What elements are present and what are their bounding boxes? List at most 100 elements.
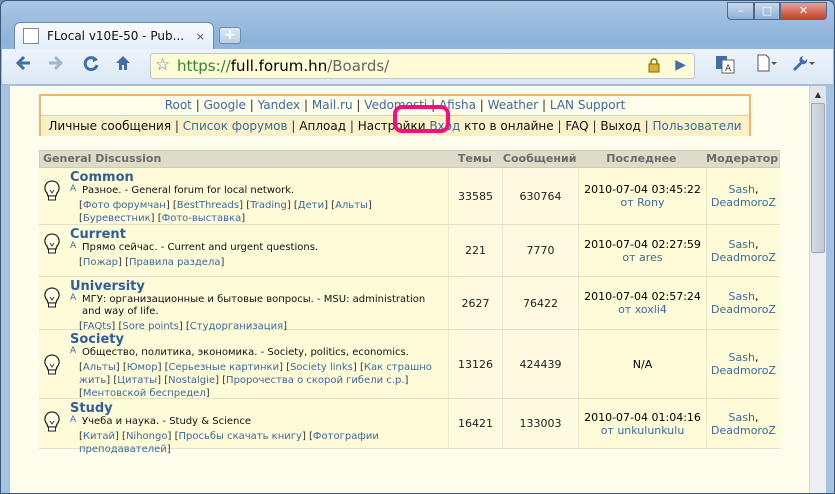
board-cell: Society A Общество, политика, экономика. -… (39, 330, 448, 399)
admin-marker[interactable]: A (70, 241, 76, 251)
table-row: University A МГУ: организационные и бытовы… (39, 277, 780, 332)
subforum-link[interactable]: BestThreads (177, 200, 239, 211)
moderator-link[interactable]: Sash (729, 238, 755, 251)
link-mailru[interactable]: Mail.ru (312, 98, 353, 112)
play-icon[interactable]: ▶ (675, 57, 686, 73)
address-bar[interactable]: ☆ https://full.forum.hn/Boards/ ▶ (150, 53, 695, 79)
browser-tab[interactable]: FLocal v10E-50 - Pub... × (14, 22, 214, 49)
messages-count: 76422 (502, 277, 578, 329)
lock-icon[interactable] (648, 58, 660, 77)
menu-logout[interactable]: Выход (600, 119, 640, 133)
board-name-link[interactable]: Current (70, 227, 444, 242)
page-favicon-icon (23, 28, 39, 44)
login-highlight-annotation (393, 105, 450, 133)
menu-users[interactable]: Пользователи (652, 119, 741, 133)
arrow-left-icon[interactable] (10, 54, 36, 78)
scroll-up-icon[interactable]: ▲ (810, 86, 826, 103)
moderator-link[interactable]: Sash (729, 351, 755, 364)
vertical-scrollbar[interactable]: ▲ (809, 86, 826, 493)
moderator-link[interactable]: DeadmoroZ (711, 424, 776, 437)
subforum-link[interactable]: Серьезные картинки (169, 362, 280, 373)
board-name-link[interactable]: University (70, 279, 444, 294)
subforum-link[interactable]: Nihongo (126, 431, 168, 442)
menu-upload[interactable]: Аплоад (299, 119, 346, 133)
link-root[interactable]: Root (165, 98, 192, 112)
star-icon[interactable]: ☆ (155, 55, 170, 75)
table-header: General Discussion Темы Сообщений Послед… (39, 150, 780, 168)
moderator-link[interactable]: DeadmoroZ (711, 364, 776, 377)
close-tab-icon[interactable]: × (196, 30, 205, 43)
link-weather[interactable]: Weather (488, 98, 539, 112)
forum-page: Root | Google | Yandex | Mail.ru | Vedom… (10, 86, 809, 493)
moderator-link[interactable]: Sash (729, 411, 755, 424)
subforum-link[interactable]: Правила раздела (129, 257, 220, 268)
moderator-link[interactable]: DeadmoroZ (711, 251, 776, 264)
menu-faq[interactable]: FAQ (565, 119, 588, 133)
subforum-link[interactable]: Юмор (127, 362, 158, 373)
page-icon[interactable] (753, 54, 779, 78)
admin-marker[interactable]: A (70, 293, 76, 303)
subforum-link[interactable]: Пожар (83, 257, 118, 268)
last-post-cell: 2010-07-04 02:57:24 от xoxli4 (578, 277, 706, 329)
last-post-author[interactable]: от Rony (621, 196, 665, 209)
last-post-date: 2010-07-04 02:27:59 (584, 237, 701, 251)
board-cell: Common A Разное. - General forum for local… (39, 168, 448, 224)
subforum-link[interactable]: Trading (250, 200, 287, 211)
moderator-link[interactable]: DeadmoroZ (711, 303, 776, 316)
new-tab-button[interactable]: + (219, 27, 241, 44)
board-name-link[interactable]: Study (70, 401, 444, 416)
link-lan-support[interactable]: LAN Support (550, 98, 625, 112)
menu-online[interactable]: кто в онлайне (464, 119, 554, 133)
subforum-link[interactable]: Society links (290, 362, 353, 373)
subforum-link[interactable]: Китай (83, 431, 115, 442)
subforum-link[interactable]: Альты (335, 200, 368, 211)
home-icon[interactable] (110, 54, 136, 78)
last-post-author[interactable]: от xoxli4 (618, 303, 667, 316)
menu-personal-messages[interactable]: Личные сообщения (48, 119, 171, 133)
admin-marker[interactable]: A (70, 415, 76, 425)
wrench-icon[interactable] (790, 54, 816, 78)
link-google[interactable]: Google (204, 98, 246, 112)
subforum-link[interactable]: Дети (298, 200, 324, 211)
subforum-link[interactable]: Просьбы скачать книгу (178, 431, 301, 442)
translate-icon[interactable]: A (712, 54, 738, 78)
moderator-link[interactable]: Sash (729, 290, 755, 303)
board-description: Разное. - General forum for local networ… (82, 185, 295, 196)
messages-count: 133003 (502, 399, 578, 448)
board-name-link[interactable]: Common (70, 170, 444, 185)
messages-count: 7770 (502, 225, 578, 276)
subforum-link[interactable]: Фото форумчан (83, 200, 166, 211)
subforum-link[interactable]: Фото-выставка (162, 213, 242, 224)
subforum-list: [Пожар] [Правила раздела] (79, 257, 225, 268)
link-yandex[interactable]: Yandex (258, 98, 301, 112)
close-window-button[interactable]: ✕ (780, 2, 827, 20)
moderator-link[interactable]: DeadmoroZ (711, 196, 776, 209)
messages-count: 424439 (502, 330, 578, 398)
subforum-link[interactable]: Альты (83, 362, 116, 373)
admin-marker[interactable]: A (70, 346, 76, 356)
subforum-link[interactable]: Цитаты (117, 375, 157, 386)
last-post-author[interactable]: от unkulunkulu (601, 424, 685, 437)
board-name-link[interactable]: Society (70, 332, 444, 347)
tab-strip: FLocal v10E-50 - Pub... × + – □ ✕ (1, 1, 834, 49)
board-description: Учеба и наука. - Study & Science (82, 416, 251, 427)
header-last-post: Последнее (606, 152, 677, 165)
reload-icon[interactable] (78, 54, 104, 78)
subforum-link[interactable]: Пророчества о скорой гибели с.р. (226, 375, 404, 386)
subforum-link[interactable]: Буревестник (83, 213, 151, 224)
subforum-link[interactable]: Ментовской беспредел (83, 388, 206, 399)
lightbulb-icon (44, 233, 60, 254)
arrow-right-icon[interactable] (43, 54, 69, 78)
moderator-link[interactable]: Sash (729, 183, 755, 196)
last-post-date: 2010-07-04 01:04:16 (584, 410, 701, 424)
minimize-button[interactable]: – (727, 2, 754, 20)
moderator-cell: Sash, DeadmoroZ (706, 225, 780, 276)
subforum-link[interactable]: Nostalgie (168, 375, 215, 386)
menu-forum-list[interactable]: Список форумов (183, 119, 288, 133)
scrollbar-thumb[interactable] (811, 103, 825, 253)
maximize-button[interactable]: □ (754, 2, 780, 20)
admin-marker[interactable]: A (70, 184, 76, 194)
last-post-date: 2010-07-04 02:57:24 (584, 290, 701, 303)
topics-count: 33585 (448, 168, 502, 224)
last-post-author[interactable]: от ares (622, 251, 662, 264)
